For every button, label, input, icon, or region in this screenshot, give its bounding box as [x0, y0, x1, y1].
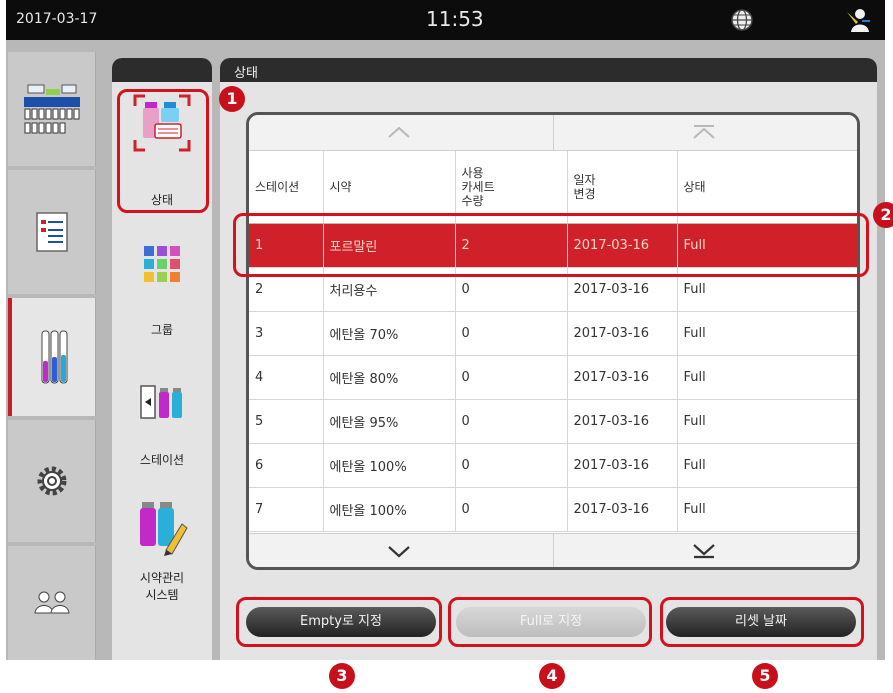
callout-frame-1 [117, 89, 209, 213]
table-row[interactable]: 6 에탄올 100% 0 2017-03-16 Full [249, 443, 857, 488]
cell-date: 2017-03-16 [567, 311, 678, 356]
cell-status: Full [677, 487, 857, 532]
cell-cassettes: 0 [455, 487, 568, 532]
cell-cassettes: 0 [455, 355, 568, 400]
nav-users[interactable] [8, 546, 96, 660]
cell-date: 2017-03-16 [567, 443, 678, 488]
cell-reagent: 에탄올 80% [323, 355, 456, 400]
cell-reagent: 에탄올 70% [323, 311, 456, 356]
marker-5: 5 [752, 663, 778, 689]
nav-program[interactable] [8, 52, 96, 166]
page-title: 상태 [234, 66, 258, 81]
submenu-rms-label: 시약관리 시스템 [139, 571, 185, 602]
color-grid-icon [144, 246, 180, 282]
table-row[interactable]: 7 에탄올 100% 0 2017-03-16 Full [249, 487, 857, 532]
users-icon [33, 591, 70, 614]
cell-date: 2017-03-16 [567, 487, 678, 532]
cell-status: Full [677, 311, 857, 356]
clock-display: 11:53 [426, 7, 484, 31]
cell-reagent: 에탄올 100% [323, 443, 456, 488]
gear-icon [37, 466, 66, 496]
submenu-station-label: 스테이션 [139, 453, 185, 467]
reagent-tubes-icon [41, 330, 67, 384]
scroll-bottom-button[interactable] [554, 534, 854, 567]
content-header: 상태 [220, 58, 877, 82]
submenu-station[interactable]: 스테이션 [112, 370, 212, 480]
nav-settings[interactable] [8, 420, 96, 542]
double-chevron-up-icon [693, 125, 715, 139]
chevron-up-icon [388, 126, 410, 138]
cell-station: 7 [249, 487, 324, 532]
date-display: 2017-03-17 [16, 11, 98, 27]
nav-reagents[interactable] [8, 298, 96, 416]
nav-report[interactable] [8, 170, 96, 294]
callout-frame-4 [448, 597, 652, 647]
cell-cassettes: 0 [455, 311, 568, 356]
scroll-up-button[interactable] [249, 115, 549, 149]
cell-date: 2017-03-16 [567, 399, 678, 444]
cell-station: 5 [249, 399, 324, 444]
cell-cassettes: 0 [455, 443, 568, 488]
submenu-rms[interactable]: 시약관리 시스템 [112, 498, 212, 614]
table-row[interactable]: 4 에탄올 80% 0 2017-03-16 Full [249, 355, 857, 400]
scroll-top-button[interactable] [554, 115, 854, 149]
document-list-icon [35, 212, 68, 252]
table-row[interactable]: 3 에탄올 70% 0 2017-03-16 Full [249, 311, 857, 356]
scroll-down-button[interactable] [249, 534, 549, 567]
cell-status: Full [677, 399, 857, 444]
double-chevron-down-icon [693, 544, 715, 559]
cell-status: Full [677, 355, 857, 400]
cell-cassettes: 0 [455, 399, 568, 444]
table-top-scroll [249, 115, 857, 151]
cell-station: 4 [249, 355, 324, 400]
reagent-table-panel: 스테이션 시약 사용 카세트 수량 일자 변경 상태 1 포르말린 2 2017… [246, 112, 860, 570]
cell-reagent: 에탄올 100% [323, 487, 456, 532]
marker-4: 4 [539, 663, 565, 689]
callout-frame-3 [236, 597, 442, 647]
submenu-group-label: 그룹 [150, 323, 174, 337]
marker-1: 1 [219, 86, 245, 112]
callout-frame-5 [660, 597, 864, 647]
cell-date: 2017-03-16 [567, 355, 678, 400]
globe-icon[interactable] [730, 8, 754, 32]
callout-frame-2 [233, 213, 869, 277]
cell-station: 3 [249, 311, 324, 356]
cell-station: 6 [249, 443, 324, 488]
table-bottom-scroll [249, 533, 857, 567]
reagent-edit-icon [140, 502, 188, 556]
status-bar: 2017-03-17 11:53 [6, 0, 885, 40]
cell-status: Full [677, 443, 857, 488]
marker-3: 3 [329, 663, 355, 689]
sub-menu-header [112, 58, 212, 82]
marker-2: 2 [873, 202, 893, 228]
submenu-group[interactable]: 그룹 [112, 236, 212, 344]
table-row[interactable]: 5 에탄올 95% 0 2017-03-16 Full [249, 399, 857, 444]
reagent-status-table: 스테이션 시약 사용 카세트 수량 일자 변경 상태 1 포르말린 2 2017… [249, 151, 857, 532]
station-icon [140, 385, 182, 419]
user-icon[interactable] [844, 6, 872, 34]
cell-reagent: 에탄올 95% [323, 399, 456, 444]
chevron-down-icon [388, 546, 410, 558]
program-grid-icon [23, 84, 80, 134]
